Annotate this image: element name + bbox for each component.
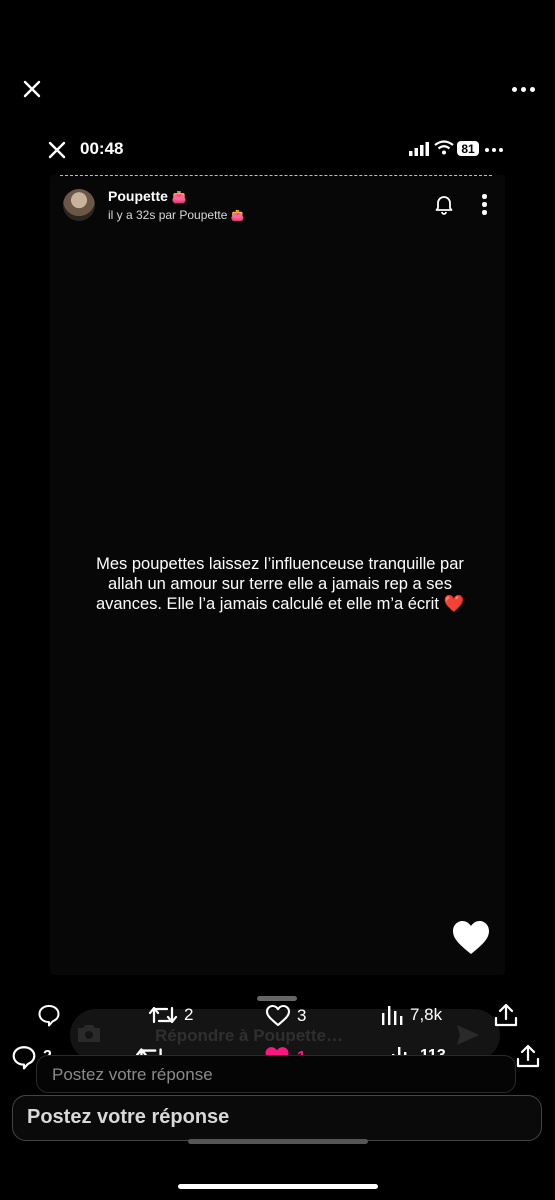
- reply-placeholder: Postez votre réponse: [27, 1106, 230, 1128]
- close-icon[interactable]: [22, 79, 42, 99]
- author-badge-emoji: 👛: [171, 190, 187, 204]
- message-line: avances. Elle l’a jamais calculé et elle…: [95, 595, 465, 613]
- home-indicator[interactable]: [178, 1184, 378, 1189]
- share-icon[interactable]: [494, 1002, 518, 1028]
- message-line: Mes poupettes laissez l’influenceuse tra…: [96, 555, 464, 573]
- inner-reply-placeholder: Postez votre réponse: [52, 1065, 213, 1084]
- subtitle-badge-emoji: 👛: [230, 210, 245, 222]
- retweet-icon: [148, 1006, 178, 1024]
- wifi-icon: [434, 140, 454, 155]
- battery-level: 81: [461, 141, 475, 156]
- author-subtitle-text: il y a 32s par Poupette: [108, 208, 228, 222]
- vertical-more-icon[interactable]: [482, 194, 487, 215]
- status-time: 00:48: [80, 139, 124, 158]
- avatar[interactable]: [63, 189, 95, 221]
- camera-icon[interactable]: [76, 1022, 102, 1044]
- story-reply-placeholder: Répondre à Poupette…: [155, 1026, 343, 1045]
- views-action[interactable]: 7,8k: [380, 1004, 442, 1026]
- retweet-action[interactable]: 2: [148, 1004, 193, 1026]
- story-more-icon[interactable]: [485, 148, 503, 152]
- author-name[interactable]: Poupette 👛: [108, 188, 187, 204]
- story-close-icon[interactable]: [48, 141, 66, 159]
- reply-action[interactable]: [37, 1003, 67, 1027]
- story-progress-bar: [60, 175, 492, 176]
- like-count: 3: [297, 1006, 307, 1025]
- message-line: allah un amour sur terre elle a jamais r…: [108, 575, 452, 593]
- outer-share-icon[interactable]: [516, 1043, 540, 1069]
- bell-icon[interactable]: [433, 193, 455, 215]
- like-action[interactable]: 3: [265, 1004, 306, 1028]
- sheet-handle-bottom[interactable]: [188, 1139, 368, 1144]
- story-message: Mes poupettes laissez l’influenceuse tra…: [60, 554, 500, 614]
- drag-handle[interactable]: [257, 996, 297, 1001]
- battery-icon: 81: [457, 141, 479, 156]
- author-name-text: Poupette: [108, 188, 168, 204]
- signal-icon: [409, 142, 429, 156]
- like-icon: [265, 1004, 291, 1027]
- heart-icon[interactable]: [452, 920, 490, 956]
- retweet-count: 2: [184, 1005, 194, 1024]
- views-count: 7,8k: [410, 1005, 443, 1024]
- author-subtitle: il y a 32s par Poupette 👛: [108, 208, 244, 222]
- send-icon[interactable]: [456, 1024, 480, 1046]
- views-icon: [382, 1006, 403, 1025]
- reply-icon: [38, 1005, 60, 1027]
- reply-icon: [12, 1046, 36, 1070]
- more-options-icon[interactable]: [512, 87, 535, 92]
